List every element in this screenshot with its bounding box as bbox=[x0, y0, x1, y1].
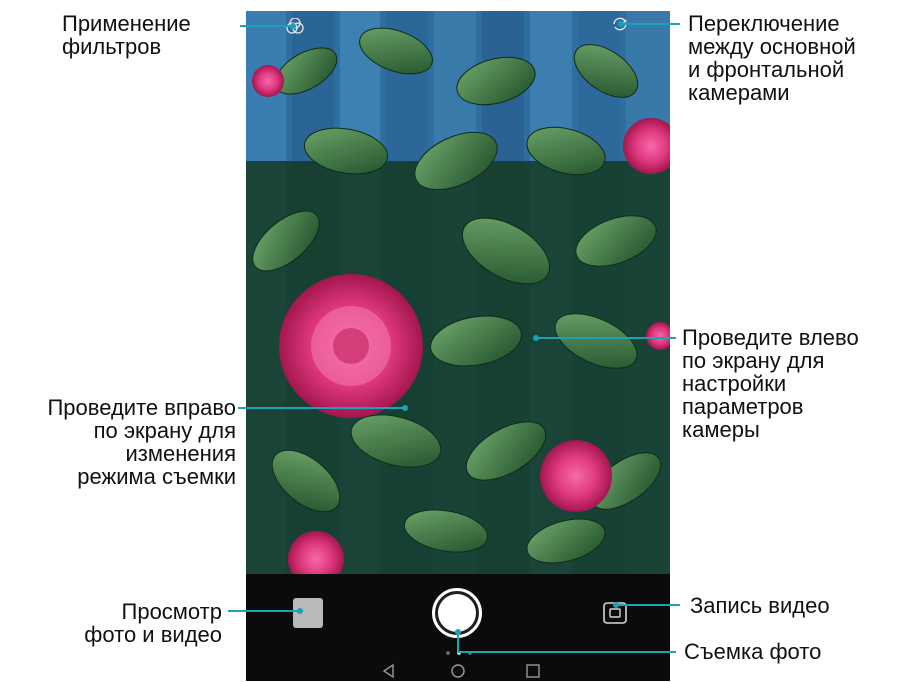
system-nav-bar bbox=[382, 663, 540, 679]
home-circle-icon[interactable] bbox=[451, 664, 465, 678]
switch-camera-icon[interactable] bbox=[611, 16, 629, 32]
viewfinder-photo bbox=[246, 11, 670, 574]
recents-square-icon[interactable] bbox=[526, 664, 540, 678]
shutter-button-inner bbox=[438, 594, 476, 632]
back-triangle-icon[interactable] bbox=[382, 663, 394, 679]
gallery-thumbnail[interactable] bbox=[293, 598, 323, 628]
camera-screen bbox=[246, 11, 670, 681]
callout-swipe-left: Проведите влево по экрану для настройки … bbox=[682, 325, 859, 442]
camera-controls-bar bbox=[246, 574, 670, 681]
video-record-icon[interactable] bbox=[602, 601, 628, 625]
callout-record-video: Запись видео bbox=[690, 593, 830, 618]
callout-swipe-right: Проведите вправо по экрану для изменения… bbox=[47, 395, 236, 489]
viewfinder[interactable] bbox=[246, 11, 670, 574]
callout-gallery: Просмотр фото и видео bbox=[84, 599, 222, 647]
page-indicator-dots bbox=[446, 651, 472, 655]
filter-icon[interactable] bbox=[286, 18, 304, 34]
callout-filters: Применение фильтров bbox=[62, 11, 191, 59]
shutter-button[interactable] bbox=[432, 588, 482, 638]
callout-switch-camera: Переключение между основной и фронтально… bbox=[688, 11, 856, 105]
callout-take-photo: Съемка фото bbox=[684, 639, 822, 664]
